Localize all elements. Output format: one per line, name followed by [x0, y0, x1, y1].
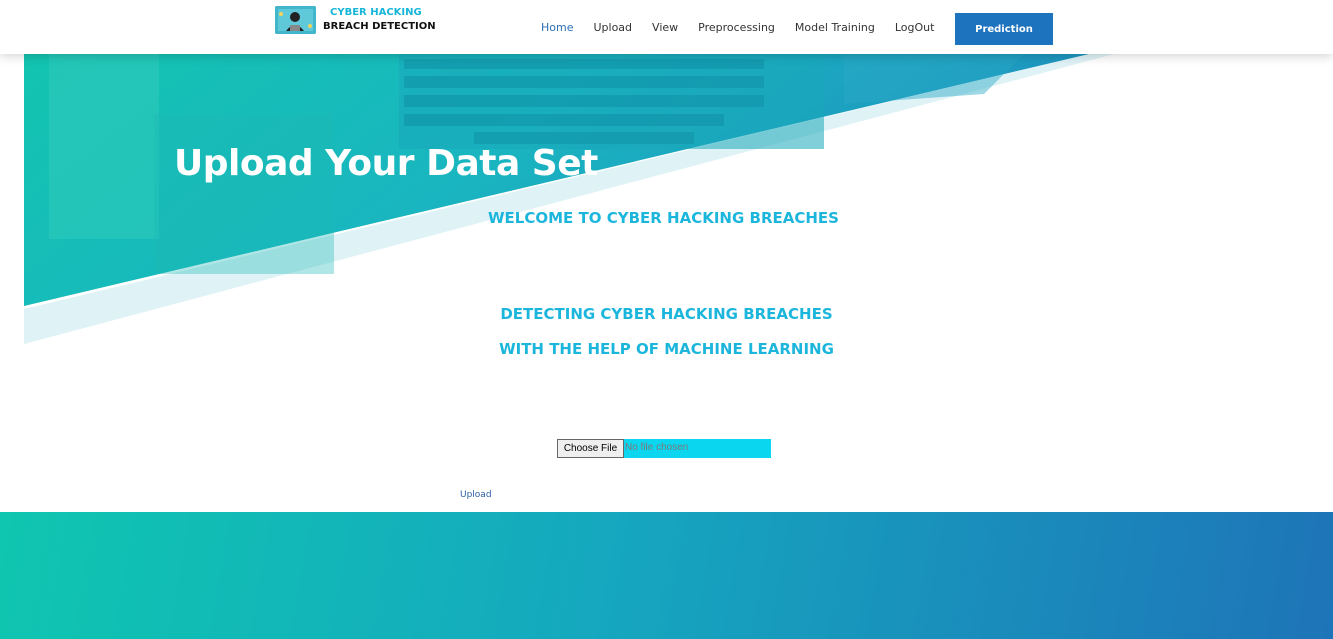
nav-preprocessing[interactable]: Preprocessing [698, 21, 775, 34]
nav-home[interactable]: Home [541, 21, 573, 34]
hero-background [24, 54, 1114, 344]
page-title: Upload Your Data Set [174, 143, 598, 184]
no-file-chosen-text: No file chosen [625, 442, 689, 453]
footer-band [0, 512, 1333, 639]
nav-view[interactable]: View [652, 21, 678, 34]
detect-heading-line2: WITH THE HELP OF MACHINE LEARNING [499, 340, 834, 358]
file-input[interactable]: Choose File No file chosen [557, 439, 771, 458]
logo-title-line2: BREACH DETECTION [323, 21, 436, 32]
header: CYBER HACKING BREACH DETECTION Home Uplo… [0, 0, 1333, 54]
welcome-heading: WELCOME TO CYBER HACKING BREACHES [0, 209, 1333, 227]
hero-banner [24, 54, 1114, 344]
nav-logout[interactable]: LogOut [895, 21, 935, 34]
prediction-button[interactable]: Prediction [955, 13, 1053, 45]
choose-file-button[interactable]: Choose File [557, 439, 624, 458]
detect-heading-line1: DETECTING CYBER HACKING BREACHES [500, 305, 833, 323]
welcome-text: WELCOME TO CYBER HACKING BREACHES [488, 209, 839, 227]
main-nav: Home Upload View Preprocessing Model Tra… [541, 21, 954, 34]
logo-title-line1: CYBER HACKING [330, 7, 422, 18]
hacker-logo-icon [275, 6, 316, 34]
upload-button[interactable]: Upload [460, 490, 492, 500]
logo[interactable]: CYBER HACKING BREACH DETECTION [275, 6, 436, 34]
nav-upload[interactable]: Upload [593, 21, 632, 34]
nav-model-training[interactable]: Model Training [795, 21, 875, 34]
